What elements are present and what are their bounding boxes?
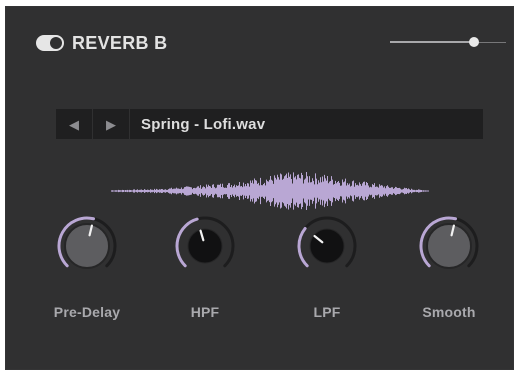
next-file-button[interactable]: ▶ [93,109,130,139]
waveform-bars [111,172,429,210]
knob-body [187,228,223,264]
knob-body [309,228,345,264]
smooth-label: Smooth [422,304,476,320]
header: REVERB B [36,31,167,55]
toggle-knob [50,37,62,49]
lpf-label: LPF [313,304,341,320]
file-selector: ◀ ▶ Spring - Lofi.wav [56,109,483,139]
hpf-label: HPF [190,304,220,320]
knob-body [426,223,472,269]
hpf-knob[interactable] [173,214,237,278]
previous-file-button[interactable]: ◀ [56,109,93,139]
mix-slider-thumb[interactable] [469,37,479,47]
mix-slider-fill [390,41,474,43]
power-toggle[interactable] [36,35,64,51]
mix-slider[interactable] [390,36,506,48]
chevron-left-icon: ◀ [69,116,79,132]
knob-body [64,223,110,269]
knob-value-arc [297,226,309,268]
waveform-display [111,172,429,210]
pre-delay-label: Pre-Delay [53,304,121,320]
file-name[interactable]: Spring - Lofi.wav [130,109,265,139]
lpf-knob[interactable] [295,214,359,278]
smooth-knob[interactable] [417,214,481,278]
pre-delay-knob[interactable] [55,214,119,278]
chevron-right-icon: ▶ [106,116,116,132]
reverb-panel: REVERB B ◀ ▶ Spring - Lofi.wav Pre-Delay… [5,6,514,370]
panel-title: REVERB B [72,32,168,53]
